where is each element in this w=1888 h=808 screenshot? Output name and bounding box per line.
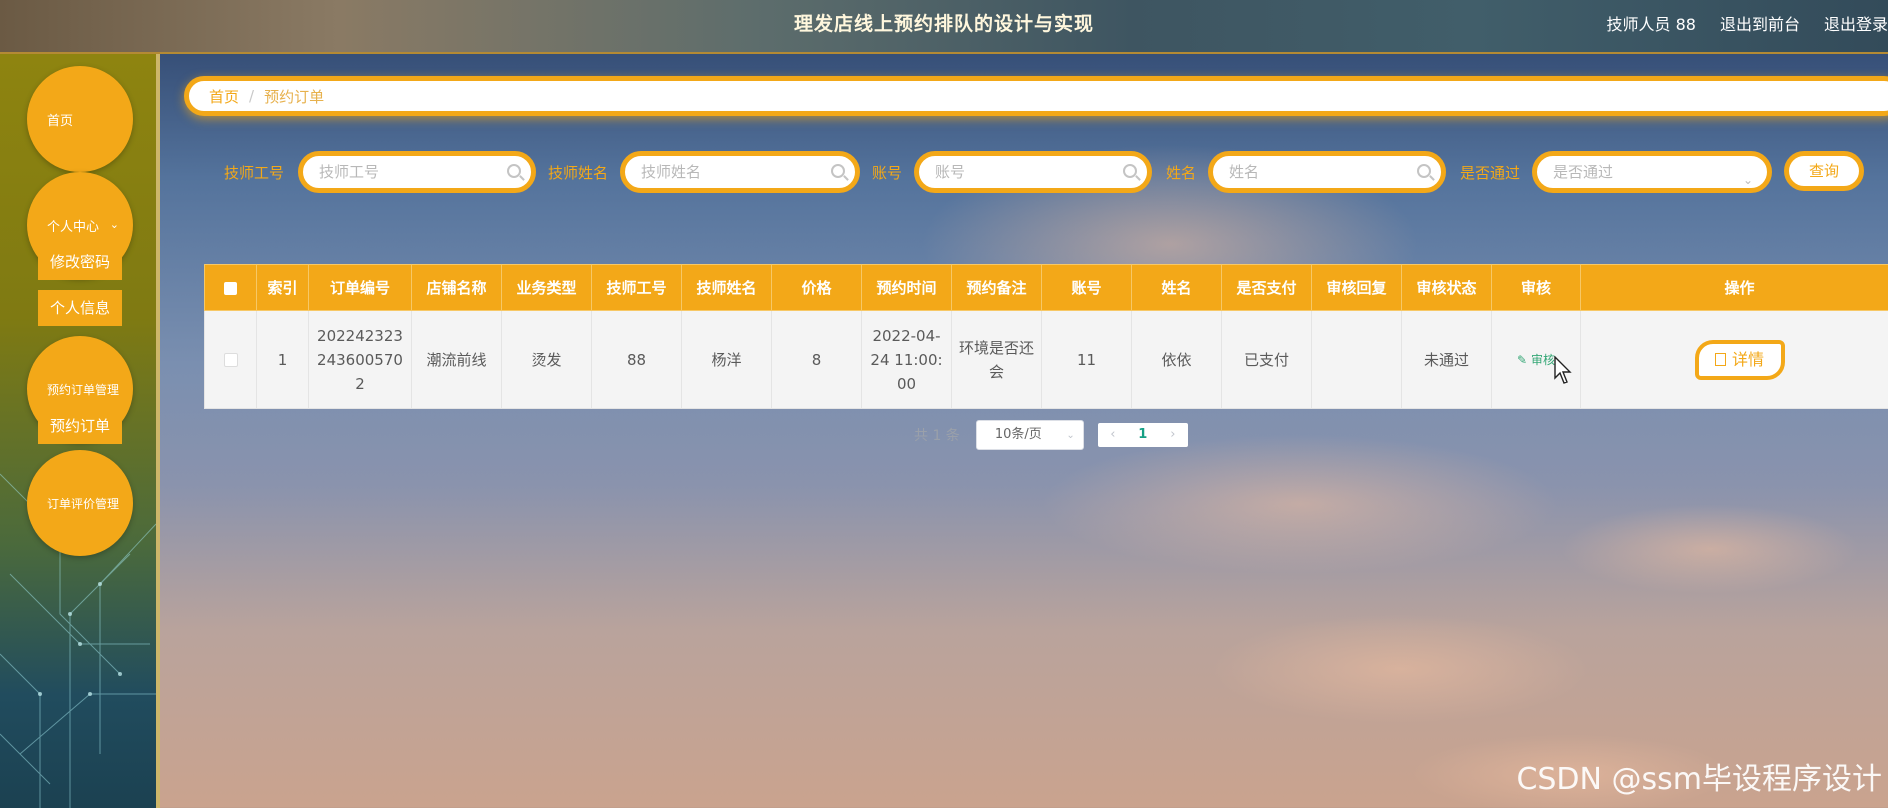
table-header: 审核状态 bbox=[1401, 264, 1492, 311]
table-header: 账号 bbox=[1041, 264, 1132, 311]
table-header: 技师姓名 bbox=[681, 264, 772, 311]
pagination: 共 1 条 10条/页 ⌄ ‹ 1 › bbox=[914, 420, 1188, 450]
chevron-down-icon: ⌄ bbox=[1066, 430, 1075, 441]
app-title: 理发店线上预约排队的设计与实现 bbox=[793, 13, 1094, 35]
table-header: 审核 bbox=[1491, 264, 1581, 311]
table-header-row: 索引 订单编号 店铺名称 业务类型 技师工号 技师姓名 价格 预约时间 预约备注… bbox=[204, 264, 1888, 311]
user-label: 技师人员 88 bbox=[1606, 15, 1696, 34]
next-page-button[interactable]: › bbox=[1158, 423, 1188, 447]
table-header: 操作 bbox=[1580, 264, 1888, 311]
cell-status: 未通过 bbox=[1401, 310, 1492, 409]
back-to-front-link[interactable]: 退出到前台 bbox=[1720, 11, 1800, 35]
chevron-down-icon: ⌄ bbox=[109, 218, 119, 231]
row-checkbox[interactable] bbox=[204, 310, 257, 409]
pager-buttons: ‹ 1 › bbox=[1097, 423, 1188, 447]
search-icon bbox=[1417, 164, 1431, 178]
edit-icon: ✎ bbox=[1516, 353, 1528, 367]
name-label: 姓名 bbox=[1166, 164, 1197, 182]
doc-icon bbox=[1714, 352, 1726, 366]
review-link[interactable]: ✎ 审核 bbox=[1517, 353, 1555, 367]
sidebar-item-label: 个人信息 bbox=[49, 299, 110, 317]
cell-order-no: 2022423232436005702 bbox=[308, 310, 412, 409]
cursor-icon bbox=[1554, 356, 1572, 384]
cell-name: 依依 bbox=[1131, 310, 1222, 409]
breadcrumb-home[interactable]: 首页 bbox=[209, 86, 239, 107]
table-header: 技师工号 bbox=[591, 264, 682, 311]
cell-actions: 详情 bbox=[1580, 310, 1888, 409]
page-number-button[interactable]: 1 bbox=[1128, 423, 1158, 447]
logout-link[interactable]: 退出登录 bbox=[1824, 11, 1888, 35]
tech-id-input[interactable]: 技师工号 bbox=[298, 151, 536, 193]
cell-time: 2022-04-24 11:00:00 bbox=[861, 310, 952, 409]
watermark: CSDN @ssm毕设程序设计 bbox=[1516, 762, 1882, 797]
tech-name-placeholder: 技师姓名 bbox=[641, 163, 702, 181]
table-row: 1 2022423232436005702 潮流前线 烫发 88 杨洋 8 20… bbox=[204, 310, 1888, 409]
cell-index: 1 bbox=[256, 310, 309, 409]
table-header: 预约时间 bbox=[861, 264, 952, 311]
cell-price: 8 bbox=[771, 310, 862, 409]
cell-reply bbox=[1311, 310, 1402, 409]
detail-button[interactable]: 详情 bbox=[1694, 339, 1785, 380]
passed-placeholder: 是否通过 bbox=[1553, 163, 1614, 181]
tech-id-label: 技师工号 bbox=[224, 164, 285, 182]
tech-id-placeholder: 技师工号 bbox=[319, 163, 380, 181]
account-input[interactable]: 账号 bbox=[914, 151, 1152, 193]
sidebar-item-label: 订单评价管理 bbox=[47, 496, 120, 511]
sidebar-item-personal-info[interactable]: 个人信息 bbox=[38, 290, 122, 326]
sidebar-item-label: 预约订单 bbox=[49, 417, 110, 435]
breadcrumb-current: 预约订单 bbox=[264, 87, 325, 106]
sidebar-item-label: 预约订单管理 bbox=[47, 382, 120, 397]
table-header: 预约备注 bbox=[951, 264, 1042, 311]
sidebar-item-change-password[interactable]: 修改密码 bbox=[38, 244, 122, 280]
chevron-down-icon: ⌄ bbox=[1742, 173, 1753, 187]
cell-tech-id: 88 bbox=[591, 310, 682, 409]
table-header: 业务类型 bbox=[501, 264, 592, 311]
name-input[interactable]: 姓名 bbox=[1208, 151, 1446, 193]
prev-page-button[interactable]: ‹ bbox=[1098, 423, 1128, 447]
search-icon bbox=[1123, 164, 1137, 178]
table-header: 是否支付 bbox=[1221, 264, 1312, 311]
search-icon bbox=[507, 164, 521, 178]
cell-shop: 潮流前线 bbox=[411, 310, 502, 409]
orders-table: 索引 订单编号 店铺名称 业务类型 技师工号 技师姓名 价格 预约时间 预约备注… bbox=[204, 264, 1888, 409]
sidebar-item-review-mgmt[interactable]: 订单评价管理 bbox=[27, 450, 133, 556]
sidebar-item-label: 个人中心 bbox=[47, 219, 100, 235]
page-size-select[interactable]: 10条/页 ⌄ bbox=[975, 420, 1084, 450]
sidebar-item-home[interactable]: 首页 bbox=[27, 66, 133, 172]
cell-account: 11 bbox=[1041, 310, 1132, 409]
review-link-label: 审核 bbox=[1531, 353, 1556, 367]
table-header: 索引 bbox=[256, 264, 309, 311]
passed-label: 是否通过 bbox=[1460, 164, 1521, 182]
cell-note: 环境是否还会 bbox=[951, 310, 1042, 409]
sidebar-item-label: 修改密码 bbox=[49, 253, 110, 271]
account-placeholder: 账号 bbox=[935, 163, 966, 181]
page-size-value: 10条/页 bbox=[994, 427, 1042, 442]
tech-name-label: 技师姓名 bbox=[548, 164, 609, 182]
query-button[interactable]: 查询 bbox=[1784, 151, 1864, 191]
top-user-menu: 技师人员 88 退出到前台 退出登录 bbox=[1607, 11, 1888, 35]
table-header: 店铺名称 bbox=[411, 264, 502, 311]
cell-service: 烫发 bbox=[501, 310, 592, 409]
sidebar: 首页 个人中心 ⌄ 修改密码 个人信息 预约订单管理 预约订单 订单评价管理 bbox=[0, 54, 160, 808]
table-header: 姓名 bbox=[1131, 264, 1222, 311]
account-label: 账号 bbox=[872, 164, 903, 182]
sidebar-item-orders[interactable]: 预约订单 bbox=[38, 408, 122, 444]
cell-tech-name: 杨洋 bbox=[681, 310, 772, 409]
cell-paid: 已支付 bbox=[1221, 310, 1312, 409]
table-header: 价格 bbox=[771, 264, 862, 311]
name-placeholder: 姓名 bbox=[1229, 163, 1260, 181]
table-header: 订单编号 bbox=[308, 264, 412, 311]
breadcrumb: 首页 / 预约订单 bbox=[184, 76, 1888, 116]
breadcrumb-separator: / bbox=[249, 87, 255, 105]
pagination-total: 共 1 条 bbox=[914, 428, 960, 444]
select-all-checkbox[interactable] bbox=[204, 264, 257, 311]
passed-select[interactable]: 是否通过 ⌄ bbox=[1532, 151, 1772, 193]
sidebar-item-label: 首页 bbox=[47, 113, 74, 129]
table-header: 审核回复 bbox=[1311, 264, 1402, 311]
detail-button-label: 详情 bbox=[1731, 349, 1764, 369]
search-icon bbox=[831, 164, 845, 178]
tech-name-input[interactable]: 技师姓名 bbox=[620, 151, 860, 193]
top-bar: 理发店线上预约排队的设计与实现 技师人员 88 退出到前台 退出登录 bbox=[0, 0, 1888, 54]
